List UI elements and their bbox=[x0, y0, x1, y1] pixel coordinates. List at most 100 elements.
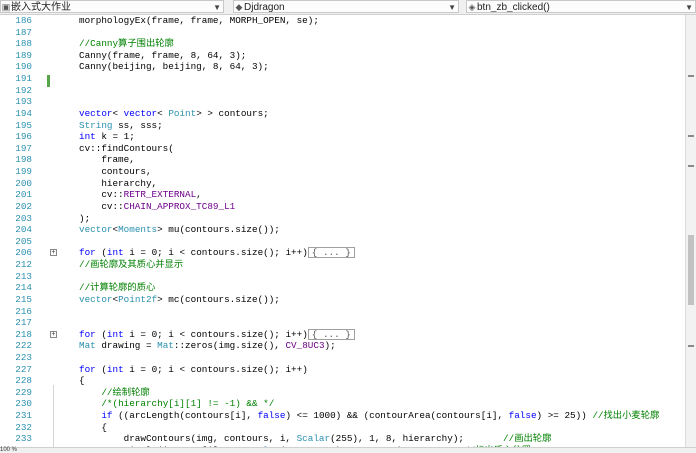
code-text: drawContours(img, contours, i, Scalar(25… bbox=[79, 433, 552, 445]
line-number: 191 bbox=[15, 73, 32, 85]
code-line[interactable]: 217 bbox=[0, 317, 686, 329]
line-number: 189 bbox=[15, 49, 32, 61]
code-line[interactable]: 227 for (int i = 0; i < contours.size(); … bbox=[0, 364, 686, 376]
code-line[interactable]: 199 contours, bbox=[0, 166, 686, 178]
vertical-scrollbar[interactable] bbox=[685, 15, 696, 447]
code-text: { bbox=[79, 422, 107, 434]
code-token: RETR_EXTERNAL bbox=[123, 189, 197, 201]
line-number: 198 bbox=[15, 154, 32, 166]
scrollbar-thumb[interactable] bbox=[688, 235, 694, 305]
collapsed-block[interactable]: { ... } bbox=[307, 247, 355, 259]
code-line[interactable]: 203); bbox=[0, 213, 686, 225]
code-line[interactable]: 195 String ss, sss; bbox=[0, 120, 686, 132]
code-token: hierarchy, bbox=[79, 177, 158, 189]
code-text: contours, bbox=[79, 166, 151, 178]
code-line[interactable]: 212 //画轮廓及其质心并显示 bbox=[0, 259, 686, 271]
code-token: Moments bbox=[118, 224, 158, 236]
scope-dropdown[interactable]: ◆ Djdragon ▼ bbox=[233, 0, 459, 13]
code-text: //计算轮廓的质心 bbox=[79, 282, 155, 294]
code-line[interactable]: 192 bbox=[0, 85, 686, 97]
code-line[interactable]: 190 Canny(beijing, beijing, 8, 64, 3); bbox=[0, 61, 686, 73]
zoom-level[interactable]: 100 % bbox=[0, 447, 17, 453]
code-token: ) <= 1000) && (contourArea(contours[i], bbox=[285, 410, 509, 422]
status-bar: 100 % bbox=[0, 447, 696, 453]
code-token: //绘制轮廓 bbox=[101, 386, 150, 398]
code-text: cv::CHAIN_APPROX_TC89_L1 bbox=[79, 201, 235, 213]
code-line[interactable]: 191 bbox=[0, 73, 686, 85]
collapsed-block[interactable]: { ... } bbox=[307, 328, 355, 340]
code-token: , bbox=[196, 189, 202, 201]
line-number: 232 bbox=[15, 421, 32, 433]
code-line[interactable]: 198 frame, bbox=[0, 154, 686, 166]
code-token: for bbox=[79, 363, 96, 375]
code-line[interactable]: 218 + for (int i = 0; i < contours.size();… bbox=[0, 328, 686, 341]
code-token: /*(hierarchy[i][1] != -1) && */ bbox=[101, 398, 275, 410]
scroll-marker bbox=[688, 345, 694, 347]
code-text: frame, bbox=[79, 154, 134, 166]
code-text: Canny(frame, frame, 8, 64, 3); bbox=[79, 50, 246, 62]
code-line[interactable]: 205 bbox=[0, 236, 686, 248]
code-token: ::zeros(img.size(), bbox=[173, 340, 286, 352]
line-number: 233 bbox=[15, 433, 32, 445]
code-line[interactable]: 233 drawContours(img, contours, i, Scala… bbox=[0, 433, 686, 445]
code-line[interactable]: 204 vector<Moments> mu(contours.size()); bbox=[0, 224, 686, 236]
line-number: 188 bbox=[15, 38, 32, 50]
code-line[interactable]: 202 cv::CHAIN_APPROX_TC89_L1 bbox=[0, 201, 686, 213]
code-line[interactable]: 223 bbox=[0, 352, 686, 364]
code-token: Mat bbox=[157, 340, 174, 352]
code-text: hierarchy, bbox=[79, 178, 157, 190]
line-number: 201 bbox=[15, 189, 32, 201]
code-token: cv:: bbox=[79, 189, 124, 201]
code-line[interactable]: 206 + for (int i = 0; i < contours.size();… bbox=[0, 247, 686, 259]
code-line[interactable]: 214 //计算轮廓的质心 bbox=[0, 282, 686, 294]
code-token: int bbox=[106, 363, 124, 375]
code-line[interactable]: 228 { bbox=[0, 375, 686, 387]
line-number: 192 bbox=[15, 84, 32, 96]
code-text: cv::findContours( bbox=[79, 143, 174, 155]
code-line[interactable]: 201 cv::RETR_EXTERNAL, bbox=[0, 189, 686, 201]
code-line[interactable]: 230 /*(hierarchy[i][1] != -1) && */ bbox=[0, 398, 686, 410]
code-text: String ss, sss; bbox=[79, 120, 163, 132]
project-label: 嵌入式大作业 bbox=[11, 2, 71, 13]
code-text: Mat drawing = Mat::zeros(img.size(), CV_… bbox=[79, 340, 336, 352]
class-icon: ◆ bbox=[235, 2, 243, 12]
code-line[interactable]: 197 cv::findContours( bbox=[0, 143, 686, 155]
code-line[interactable]: 189 Canny(frame, frame, 8, 64, 3); bbox=[0, 50, 686, 62]
code-token: vector bbox=[123, 107, 158, 119]
code-token: i = 0; i < contours.size(); i++) bbox=[123, 328, 308, 340]
code-token: > mu(contours.size()); bbox=[157, 224, 280, 236]
code-line[interactable]: 188 //Canny算子围出轮廓 bbox=[0, 38, 686, 50]
code-editor[interactable]: 186 morphologyEx(frame, frame, MORPH_OPEN… bbox=[0, 15, 686, 447]
code-line[interactable]: 229 //绘制轮廓 bbox=[0, 387, 686, 399]
code-line[interactable]: 186 morphologyEx(frame, frame, MORPH_OPEN… bbox=[0, 15, 686, 27]
navigation-bar: ▣嵌入式大作业 ▼ ◆ Djdragon ▼ ◈ btn_zb_clicked() … bbox=[0, 0, 696, 15]
expand-icon[interactable]: + bbox=[50, 330, 57, 338]
code-line[interactable]: 222 Mat drawing = Mat::zeros(img.size(), … bbox=[0, 340, 686, 352]
line-number: 231 bbox=[15, 410, 32, 422]
code-line[interactable]: 200 hierarchy, bbox=[0, 178, 686, 190]
code-line[interactable]: 196 int k = 1; bbox=[0, 131, 686, 143]
code-token: > mc(contours.size()); bbox=[157, 293, 280, 305]
line-number: 190 bbox=[15, 61, 32, 73]
code-line[interactable]: 194 vector< vector< Point> > contours; bbox=[0, 108, 686, 120]
code-line[interactable]: 213 bbox=[0, 271, 686, 283]
code-token: (255), 1, 8, hierarchy); bbox=[330, 433, 504, 445]
code-line[interactable]: 231 if ((arcLength(contours[i], false) <… bbox=[0, 410, 686, 422]
code-token: Point bbox=[168, 107, 197, 119]
member-dropdown[interactable]: ◈ btn_zb_clicked() ▼ bbox=[466, 0, 696, 13]
code-line[interactable]: 187 bbox=[0, 27, 686, 39]
code-line[interactable]: 215 vector<Point2f> mc(contours.size()); bbox=[0, 294, 686, 306]
line-number: 200 bbox=[15, 177, 32, 189]
line-number: 216 bbox=[15, 305, 32, 317]
expand-icon[interactable]: + bbox=[50, 249, 57, 257]
line-number: 206 bbox=[15, 247, 32, 259]
line-number: 217 bbox=[15, 317, 32, 329]
code-token: int bbox=[79, 131, 96, 143]
code-line[interactable]: 232 { bbox=[0, 422, 686, 434]
code-text: ); bbox=[79, 213, 90, 225]
code-line[interactable]: 216 bbox=[0, 306, 686, 318]
project-dropdown[interactable]: ▣嵌入式大作业 ▼ bbox=[0, 0, 224, 13]
code-text: for (int i = 0; i < contours.size(); i++… bbox=[79, 247, 355, 259]
code-line[interactable]: 193 bbox=[0, 96, 686, 108]
